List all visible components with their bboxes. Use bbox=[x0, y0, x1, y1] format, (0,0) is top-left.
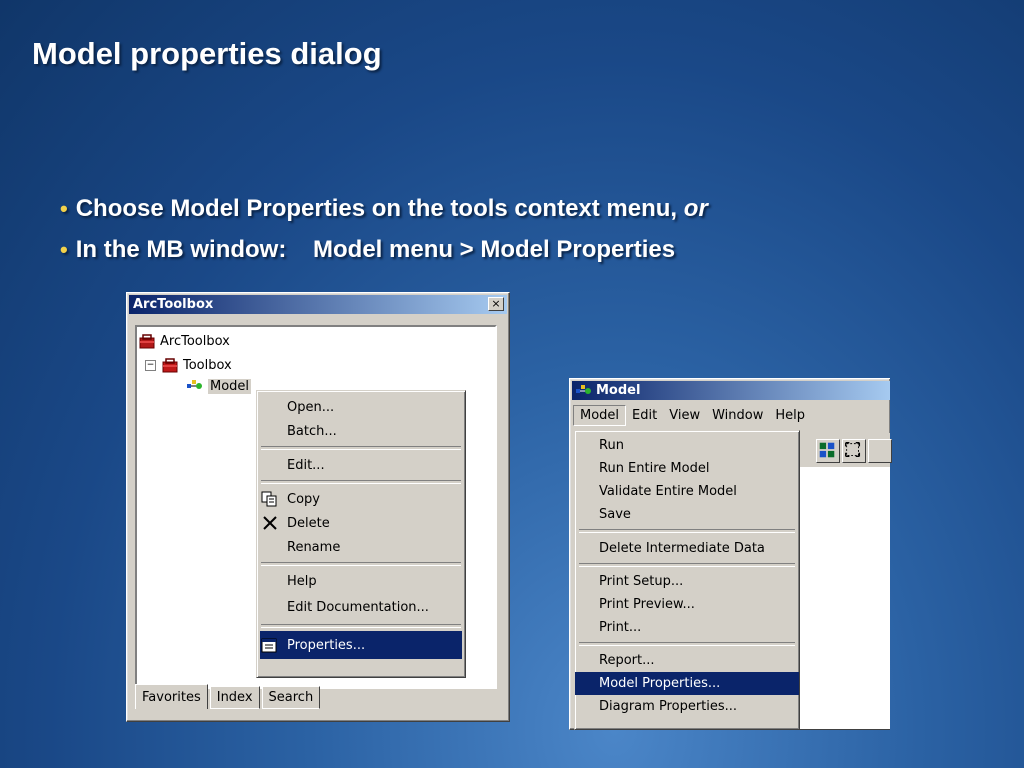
menu-item-print[interactable]: Print... bbox=[575, 616, 799, 639]
menu-item-report[interactable]: Report... bbox=[575, 649, 799, 672]
model-toolbar bbox=[800, 433, 892, 467]
slide-title: Model properties dialog bbox=[32, 36, 382, 71]
menu-item-model-properties[interactable]: Model Properties... bbox=[575, 672, 799, 695]
menu-item-label: Edit Documentation... bbox=[287, 599, 429, 615]
menu-item-label: Delete Intermediate Data bbox=[599, 540, 765, 556]
menubar-model[interactable]: Model bbox=[573, 404, 627, 426]
menu-item-delete-intermediate-data[interactable]: Delete Intermediate Data bbox=[575, 536, 799, 560]
tree-item-arctoolbox[interactable]: ArcToolbox bbox=[139, 333, 230, 349]
menu-item-label: Help bbox=[287, 573, 317, 589]
menu-item-edit[interactable]: Edit... bbox=[257, 453, 465, 477]
model-title: Model bbox=[596, 383, 641, 398]
bullet-1: • Choose Model Properties on the tools c… bbox=[60, 188, 708, 229]
menu-item-label: Run bbox=[599, 438, 624, 453]
menu-separator bbox=[261, 480, 461, 484]
menu-item-label: Report... bbox=[599, 653, 655, 668]
menu-item-help[interactable]: Help bbox=[257, 569, 465, 593]
menu-separator bbox=[261, 446, 461, 450]
toolbox-icon bbox=[162, 358, 178, 373]
menu-item-label: Batch... bbox=[287, 423, 337, 439]
menu-item-copy[interactable]: Copy bbox=[257, 487, 465, 511]
menu-item-label: Model Properties... bbox=[599, 676, 721, 691]
menu-item-diagram-properties[interactable]: Diagram Properties... bbox=[575, 695, 799, 718]
menubar-help[interactable]: Help bbox=[769, 406, 811, 425]
menu-item-label: Delete bbox=[287, 515, 330, 531]
menubar-window[interactable]: Window bbox=[706, 406, 769, 425]
toolbox-icon bbox=[139, 334, 155, 349]
delete-icon bbox=[263, 516, 277, 530]
arctoolbox-titlebar[interactable]: ArcToolbox bbox=[129, 295, 507, 314]
bullet-1-emphasis: or bbox=[683, 194, 708, 222]
menu-separator bbox=[261, 562, 461, 566]
menu-item-label: Validate Entire Model bbox=[599, 484, 737, 499]
model-icon bbox=[187, 380, 202, 389]
close-icon: × bbox=[491, 297, 501, 310]
tab-search[interactable]: Search bbox=[261, 686, 321, 709]
zoom-button[interactable] bbox=[868, 439, 892, 463]
grid-view-icon bbox=[819, 442, 835, 458]
bullet-dot-icon: • bbox=[60, 195, 68, 221]
menu-item-label: Properties... bbox=[287, 637, 366, 653]
menu-item-run[interactable]: Run bbox=[575, 434, 799, 457]
menu-separator bbox=[579, 642, 795, 646]
menu-item-label: Edit... bbox=[287, 457, 325, 473]
bullet-dot-icon: • bbox=[60, 236, 68, 262]
menu-separator bbox=[579, 563, 795, 567]
tree-expander[interactable]: − bbox=[145, 359, 156, 371]
arctoolbox-title: ArcToolbox bbox=[133, 297, 214, 312]
bullet-list: • Choose Model Properties on the tools c… bbox=[60, 188, 708, 270]
model-menubar: Model Edit View Window Help bbox=[573, 404, 890, 426]
menu-item-delete[interactable]: Delete bbox=[257, 511, 465, 535]
menu-item-label: Rename bbox=[287, 539, 341, 555]
model-canvas[interactable] bbox=[800, 467, 890, 729]
menu-item-label: Copy bbox=[287, 491, 320, 507]
menu-item-label: Save bbox=[599, 507, 631, 522]
tab-favorites[interactable]: Favorites bbox=[135, 684, 208, 709]
copy-icon bbox=[261, 491, 277, 507]
menu-item-label: Print Setup... bbox=[599, 574, 684, 589]
menu-separator bbox=[261, 624, 461, 628]
menu-item-label: Diagram Properties... bbox=[599, 699, 738, 714]
menu-item-validate-entire-model[interactable]: Validate Entire Model bbox=[575, 480, 799, 503]
bullet-1-text: Choose Model Properties on the tools con… bbox=[75, 194, 678, 222]
toolbox-tabs: Favorites Index Search bbox=[135, 684, 322, 709]
grid-view-button[interactable] bbox=[816, 439, 840, 463]
menu-item-rename[interactable]: Rename bbox=[257, 535, 465, 559]
menu-item-label: Print Preview... bbox=[599, 597, 695, 612]
tree-item-label: ArcToolbox bbox=[160, 333, 230, 349]
menu-item-save[interactable]: Save bbox=[575, 503, 799, 526]
tree-item-label: Model bbox=[208, 378, 252, 394]
tree-item-label: Toolbox bbox=[183, 357, 232, 373]
menubar-edit[interactable]: Edit bbox=[626, 406, 663, 425]
menu-separator bbox=[579, 529, 795, 533]
full-extent-icon bbox=[845, 442, 861, 458]
context-menu: Open... Batch... Edit... Copy Delete Ren… bbox=[256, 390, 466, 678]
menu-item-label: Run Entire Model bbox=[599, 461, 710, 476]
tree-item-toolbox[interactable]: − Toolbox bbox=[145, 357, 232, 373]
menu-item-edit-documentation[interactable]: Edit Documentation... bbox=[257, 593, 465, 621]
tab-index[interactable]: Index bbox=[209, 686, 260, 709]
menu-item-open[interactable]: Open... bbox=[257, 395, 465, 419]
model-icon bbox=[576, 384, 591, 394]
properties-icon bbox=[261, 638, 277, 653]
menu-item-properties[interactable]: Properties... bbox=[260, 631, 462, 659]
menu-item-print-preview[interactable]: Print Preview... bbox=[575, 593, 799, 616]
close-button[interactable]: × bbox=[488, 297, 504, 311]
menu-item-batch[interactable]: Batch... bbox=[257, 419, 465, 443]
menu-item-run-entire-model[interactable]: Run Entire Model bbox=[575, 457, 799, 480]
menu-item-label: Print... bbox=[599, 620, 642, 635]
tree-item-model[interactable]: Model bbox=[187, 378, 252, 394]
menubar-view[interactable]: View bbox=[663, 406, 706, 425]
bullet-2-text: In the MB window: Model menu > Model Pro… bbox=[75, 235, 676, 263]
full-extent-button[interactable] bbox=[842, 439, 866, 463]
model-titlebar[interactable]: Model bbox=[572, 381, 890, 400]
menu-item-print-setup[interactable]: Print Setup... bbox=[575, 570, 799, 593]
bullet-2: • In the MB window: Model menu > Model P… bbox=[60, 229, 708, 270]
model-menu-dropdown: Run Run Entire Model Validate Entire Mod… bbox=[574, 430, 800, 730]
menu-item-label: Open... bbox=[287, 399, 335, 415]
